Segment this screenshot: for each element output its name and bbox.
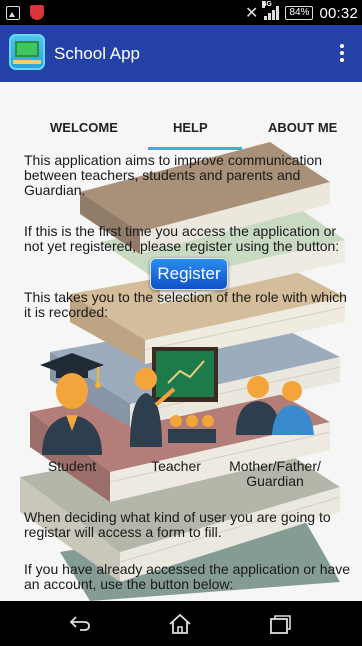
tab-bar: WELCOME HELP ABOUT ME — [0, 110, 362, 150]
help-content[interactable]: WELCOME HELP ABOUT ME This application a… — [0, 82, 362, 601]
tab-welcome[interactable]: WELCOME — [50, 120, 118, 135]
classroom-board-icon — [9, 34, 45, 70]
status-bar: ✕ 4G 84% 00:32 — [0, 0, 362, 25]
role-parent-label: Mother/Father/ Guardian — [229, 458, 321, 489]
role-teacher-label: Teacher — [151, 458, 201, 474]
role-parent: Mother/Father/ Guardian — [220, 335, 330, 489]
active-tab-indicator — [148, 147, 242, 150]
signal-icon: 4G — [262, 1, 280, 20]
form-note-text: When deciding what kind of user you are … — [24, 509, 331, 540]
overflow-menu-icon[interactable] — [340, 44, 344, 62]
help-intro-text: This application aims to improve communi… — [24, 152, 323, 198]
role-student-label: Student — [47, 458, 97, 474]
role-student: Student — [32, 335, 112, 474]
role-intro-text: This takes you to the selection of the r… — [24, 289, 347, 320]
parents-icon — [236, 376, 314, 435]
clock: 00:32 — [319, 4, 358, 22]
teacher-blackboard-icon — [130, 347, 218, 447]
app-bar: School App — [0, 25, 362, 82]
network-type: 4G — [262, 1, 272, 8]
role-teacher: Teacher — [128, 335, 224, 474]
recent-apps-icon[interactable] — [268, 613, 292, 635]
battery-indicator: 84% — [285, 6, 314, 20]
app-title: School App — [54, 44, 141, 63]
home-icon[interactable] — [167, 613, 193, 635]
back-icon[interactable] — [68, 613, 92, 633]
tab-about-me[interactable]: ABOUT ME — [268, 120, 337, 135]
mute-icon: ✕ — [245, 5, 259, 22]
system-nav-bar — [0, 601, 362, 646]
login-prompt-text: If you have already accessed the applica… — [24, 561, 351, 592]
student-graduate-icon — [40, 353, 104, 455]
register-button[interactable]: Register — [150, 258, 228, 290]
register-prompt-text: If this is the first time you access the… — [24, 223, 340, 254]
security-shield-icon — [30, 5, 44, 20]
tab-help[interactable]: HELP — [173, 120, 208, 135]
image-notification-icon — [6, 5, 20, 20]
